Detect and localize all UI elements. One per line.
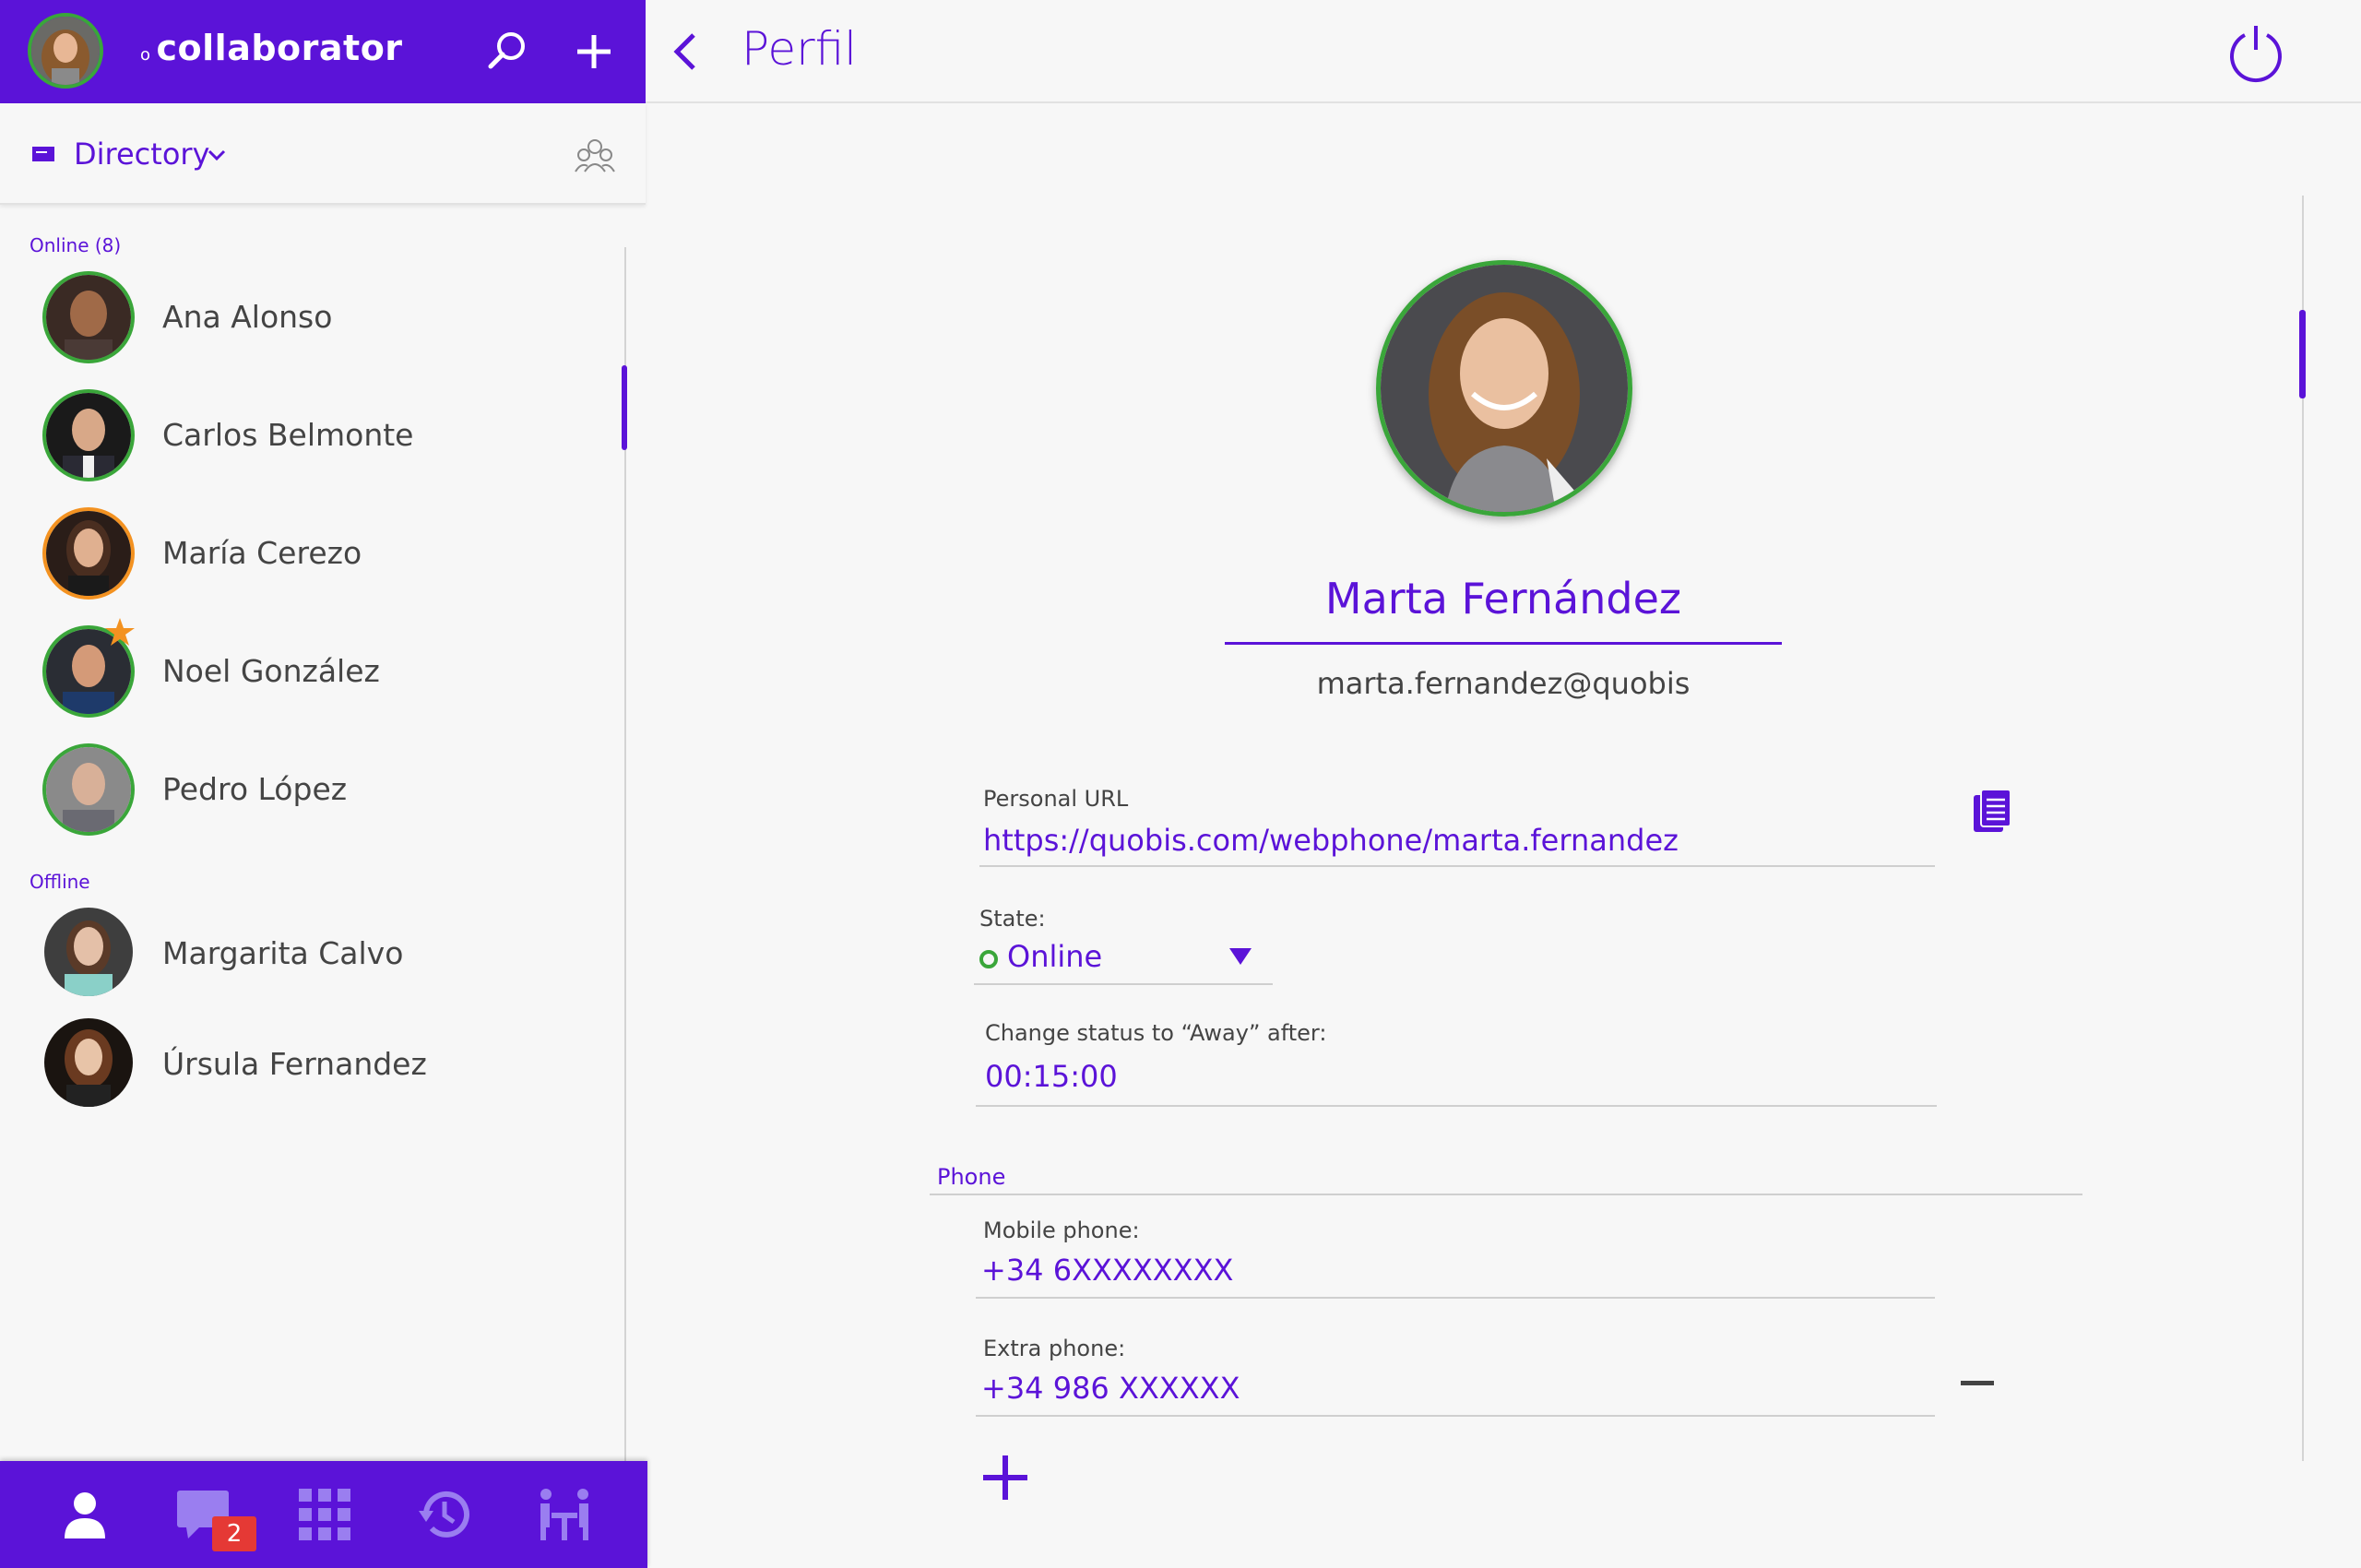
offline-section-label: Offline [30,871,90,893]
contact-list-scrollbar[interactable] [622,365,627,450]
tab-dialpad[interactable] [295,1485,354,1544]
chevron-down-icon[interactable] [207,146,227,164]
phone-section-label: Phone [937,1164,1006,1190]
dialpad-icon [299,1489,350,1540]
add-button[interactable] [568,26,620,77]
search-button[interactable] [481,26,533,77]
avatar [42,507,135,600]
remove-phone-icon[interactable] [1959,1374,1996,1393]
contact-item[interactable]: Margarita Calvo [0,908,609,1009]
extra-phone-underline [976,1415,1935,1417]
groups-icon[interactable] [574,137,616,175]
my-avatar[interactable] [28,13,103,89]
phone-section-divider [930,1194,2082,1195]
avatar [44,908,133,996]
state-select[interactable]: Online [1007,939,1102,974]
mobile-phone-underline [976,1297,1935,1299]
app-logo: o collaborator [140,28,403,68]
directory-icon [32,147,54,161]
state-underline [974,983,1273,985]
contact-item[interactable]: Ana Alonso [0,271,609,373]
online-status-icon [979,950,998,968]
mobile-phone-input[interactable]: +34 6XXXXXXXX [981,1253,1233,1288]
history-icon [419,1491,469,1538]
contact-name: Ana Alonso [162,299,333,335]
profile-photo[interactable] [1376,260,1632,517]
search-icon [488,32,525,69]
contact-item[interactable]: Pedro López [0,743,609,845]
tab-meetings[interactable] [535,1485,594,1544]
profile-header: Perfil [646,0,2361,103]
left-panel: o collaborator Directory Online (8) Ana … [0,0,647,1568]
contact-name: Úrsula Fernandez [162,1046,427,1082]
mobile-phone-label: Mobile phone: [983,1218,1140,1243]
contacts-icon [65,1492,105,1538]
power-icon[interactable] [2225,20,2287,83]
contact-name: María Cerezo [162,535,362,571]
profile-name: Marta Fernández [1324,574,1682,624]
personal-url-value[interactable]: https://quobis.com/webphone/marta.fernan… [983,823,1679,858]
contact-item[interactable]: Úrsula Fernandez [0,1018,609,1120]
copy-icon[interactable] [1972,788,2012,834]
away-timer-input[interactable]: 00:15:00 [985,1059,1118,1094]
chat-badge: 2 [212,1516,256,1551]
page-title: Perfil [742,22,858,76]
online-section-label: Online (8) [30,234,122,256]
meeting-icon [540,1489,588,1540]
favorite-star-icon [105,618,135,646]
personal-url-underline [979,865,1935,867]
back-arrow-icon[interactable] [670,30,701,74]
profile-username: marta.fernandez@quobis [1316,666,1691,701]
contact-name: Pedro López [162,771,348,807]
avatar [42,271,135,363]
extra-phone-label: Extra phone: [983,1336,1126,1361]
app-topbar: o collaborator [0,0,646,103]
contact-item[interactable]: María Cerezo [0,507,609,609]
tab-history[interactable] [415,1485,474,1544]
directory-bar: Directory [0,103,646,205]
avatar [42,389,135,481]
add-phone-icon[interactable] [981,1454,1029,1502]
directory-label[interactable]: Directory [74,137,209,172]
tab-contacts[interactable] [55,1485,114,1544]
name-underline [1225,642,1782,645]
state-label: State: [979,906,1046,932]
contact-list: Online (8) Ana Alonso Carlos Belmonte Ma… [0,221,627,1457]
avatar [42,743,135,836]
contact-item[interactable]: Noel González [0,618,609,727]
contact-name: Noel González [162,653,380,689]
contact-item[interactable]: Carlos Belmonte [0,389,609,491]
profile-scrollbar[interactable] [2299,310,2306,398]
extra-phone-input[interactable]: +34 986 XXXXXX [981,1371,1240,1406]
personal-url-label: Personal URL [983,786,1129,812]
away-timer-underline [976,1105,1937,1107]
avatar [44,1018,133,1107]
contact-name: Margarita Calvo [162,935,404,971]
away-timer-label: Change status to “Away” after: [985,1020,1327,1046]
contact-name: Carlos Belmonte [162,417,414,453]
logo-dot: o [140,45,151,65]
logo-text: collaborator [156,28,403,68]
plus-icon [577,35,611,68]
dropdown-caret-icon[interactable] [1228,946,1252,967]
bottom-nav: 2 [0,1461,647,1568]
